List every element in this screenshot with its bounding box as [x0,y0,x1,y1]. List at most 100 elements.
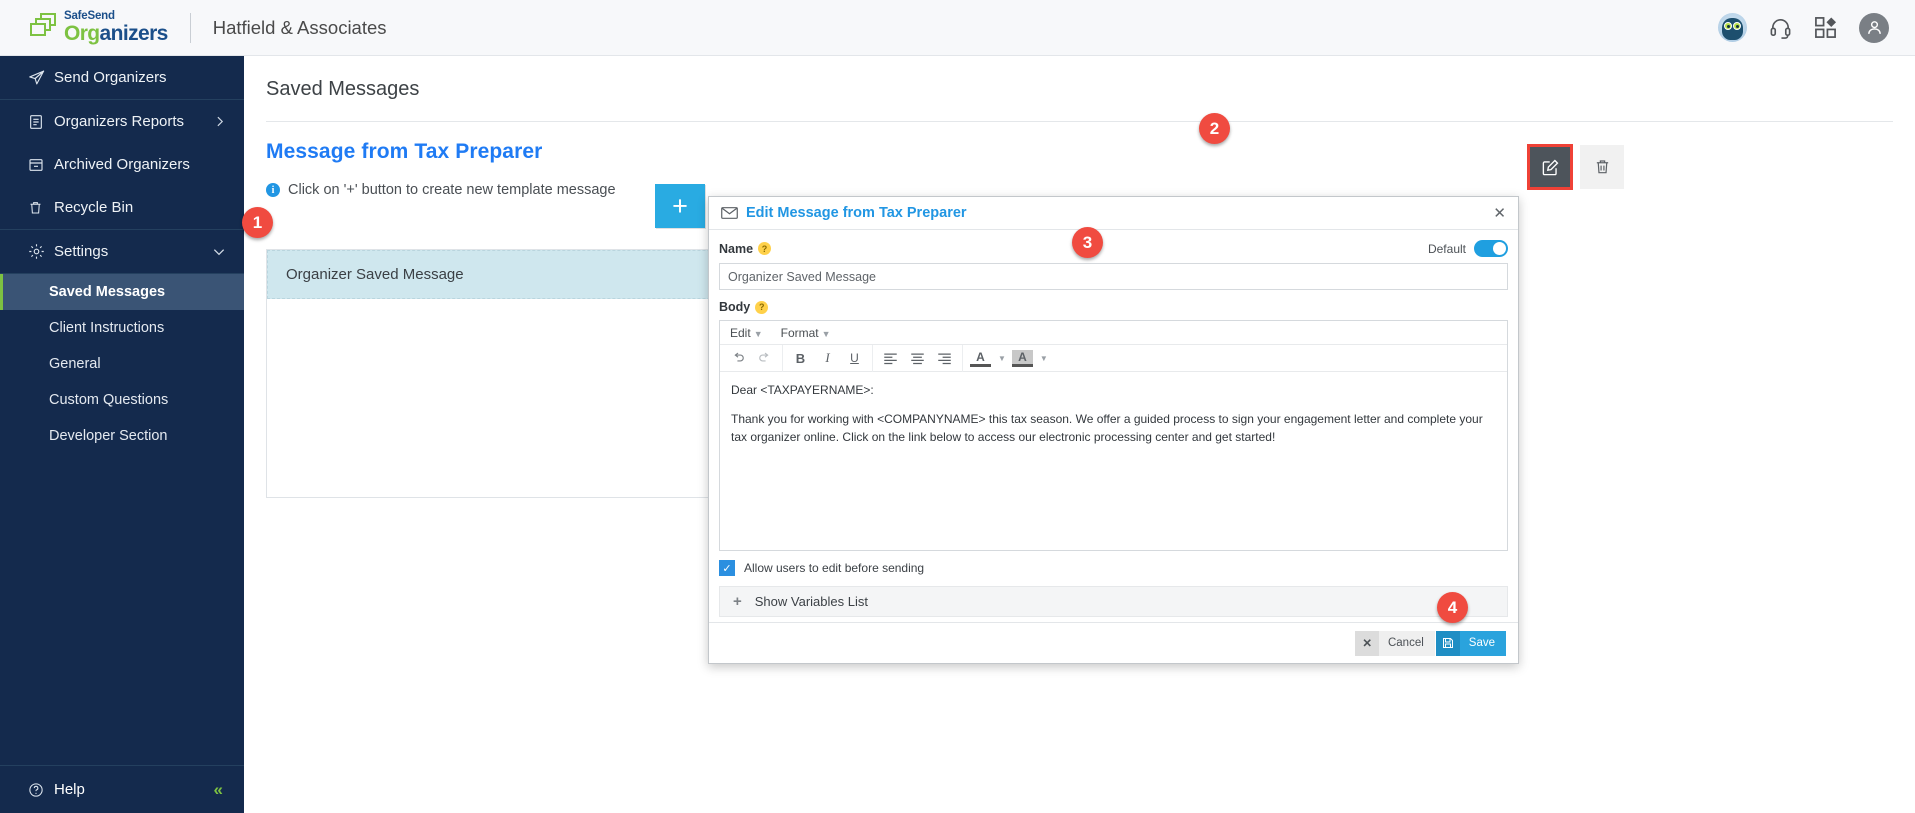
name-row: Name ? Default [719,240,1508,257]
section-title: Message from Tax Preparer [266,140,543,163]
envelope-icon [721,207,738,219]
sidebar-subitem-label: Client Instructions [49,320,165,336]
sidebar-item-recycle-bin[interactable]: Recycle Bin [0,186,244,229]
align-center-icon[interactable] [907,348,928,369]
sidebar-item-archived-organizers[interactable]: Archived Organizers [0,143,244,186]
sidebar-subnav: Saved Messages Client Instructions Gener… [0,274,244,454]
name-label: Name ? [719,242,772,256]
add-message-button[interactable]: + [655,184,705,228]
sidebar-subitem-label: Saved Messages [49,284,166,300]
logo-line-1: SafeSend [64,9,115,22]
show-variables-list-button[interactable]: + Show Variables List [719,586,1508,617]
chevron-down-icon[interactable]: ▼ [1040,354,1048,363]
undo-icon[interactable] [727,348,748,369]
chevron-down-icon[interactable]: ▼ [998,354,1006,363]
callout-badge-2: 2 [1199,113,1230,144]
italic-icon[interactable]: I [817,348,838,369]
archive-box-icon [28,157,54,173]
highlight-color-icon[interactable]: A [1011,349,1033,367]
sidebar-item-send-organizers[interactable]: Send Organizers [0,56,244,99]
sidebar-item-saved-messages[interactable]: Saved Messages [0,274,244,310]
allow-edit-label: Allow users to edit before sending [744,561,925,575]
safesend-logo-icon [22,12,56,43]
rich-text-editor: Edit ▼ Format ▼ B I U A ▼ A ▼ Dear <TAXP… [719,320,1508,551]
editor-menu-edit[interactable]: Edit ▼ [730,326,763,340]
underline-icon[interactable]: U [844,348,865,369]
modal-title: Edit Message from Tax Preparer [746,205,967,221]
edit-message-button[interactable] [1527,144,1573,190]
editor-menubar: Edit ▼ Format ▼ [720,321,1507,345]
message-action-buttons [1527,144,1624,190]
callout-badge-1: 1 [242,207,273,238]
sidebar-group-primary: Send Organizers [0,56,244,100]
sidebar-subitem-label: Developer Section [49,428,168,444]
editor-content[interactable]: Dear <TAXPAYERNAME>: Thank you for worki… [720,372,1507,550]
text-color-icon[interactable]: A [970,350,991,367]
apps-grid-icon[interactable] [1814,16,1837,39]
modal-footer: ✕ Cancel Save [709,622,1518,663]
owl-avatar-icon[interactable] [1718,13,1747,42]
headset-icon[interactable] [1769,16,1792,39]
bold-icon[interactable]: B [790,348,811,369]
callout-badge-4: 4 [1437,592,1468,623]
help-icon[interactable]: ? [755,300,769,314]
top-bar-actions [1718,12,1915,43]
default-toggle-label: Default [1427,241,1466,256]
sidebar-item-organizers-reports[interactable]: Organizers Reports [0,100,244,143]
header-divider [189,12,191,43]
app-logo[interactable]: SafeSend Organizers [0,9,168,46]
chevron-right-icon [213,115,226,128]
sidebar-item-label: Settings [54,243,109,260]
modal-header: Edit Message from Tax Preparer ✕ [709,197,1518,230]
chevron-down-icon [212,245,226,259]
editor-paragraph: Dear <TAXPAYERNAME>: [731,383,874,397]
show-variables-label: Show Variables List [754,594,868,609]
allow-edit-checkbox[interactable]: ✓ [719,560,735,576]
default-toggle-wrap: Default [1428,240,1508,257]
align-left-icon[interactable] [880,348,901,369]
plus-icon: + [733,593,742,610]
floppy-disk-icon [1435,630,1460,656]
sidebar-item-label: Organizers Reports [54,113,185,130]
allow-edit-row: ✓ Allow users to edit before sending [719,560,1508,576]
list-item-label: Organizer Saved Message [286,266,464,283]
sidebar-item-help[interactable]: Help [0,781,85,798]
sidebar-item-settings[interactable]: Settings [0,230,244,273]
gear-icon [28,243,54,260]
report-document-icon [28,114,54,130]
name-input[interactable] [719,263,1508,290]
sidebar-item-general[interactable]: General [0,346,244,382]
double-chevron-left-icon[interactable]: « [214,780,224,800]
default-toggle[interactable] [1474,240,1508,257]
cancel-button[interactable]: ✕ Cancel [1355,630,1435,656]
delete-message-button[interactable] [1580,145,1624,189]
sidebar-item-label: Recycle Bin [54,199,134,216]
sidebar-item-custom-questions[interactable]: Custom Questions [0,382,244,418]
question-circle-icon [28,782,54,798]
align-right-icon[interactable] [934,348,955,369]
top-bar: SafeSend Organizers Hatfield & Associate… [0,0,1915,56]
help-icon[interactable]: ? [758,242,772,255]
close-icon[interactable]: ✕ [1493,204,1506,222]
save-label: Save [1468,637,1495,649]
editor-paragraph: Thank you for working with <COMPANYNAME>… [731,412,1483,444]
page-title: Saved Messages [266,78,420,100]
sidebar-help-label: Help [54,781,85,798]
save-button[interactable]: Save [1435,630,1506,656]
sidebar-subitem-label: General [49,356,101,372]
info-icon: i [266,183,280,197]
modal-body: Name ? Default Body ? Edit▼ Format▼ [709,230,1518,617]
firm-name: Hatfield & Associates [212,16,387,38]
user-avatar-icon[interactable] [1859,12,1889,43]
editor-menu-format[interactable]: Format ▼ [781,326,831,340]
sidebar-group-secondary: Organizers Reports Archived Organizers R… [0,100,244,230]
sidebar: Send Organizers Organizers Reports Archi… [0,56,244,813]
sidebar-item-client-instructions[interactable]: Client Instructions [0,310,244,346]
logo-line-2: Organizers [64,22,168,46]
sidebar-item-developer-section[interactable]: Developer Section [0,418,244,454]
edit-message-modal: Edit Message from Tax Preparer ✕ Name ? … [708,196,1519,664]
logo-text: SafeSend Organizers [64,9,168,46]
body-label: Body ? [719,300,1508,314]
redo-icon[interactable] [754,348,775,369]
x-icon: ✕ [1355,630,1379,656]
